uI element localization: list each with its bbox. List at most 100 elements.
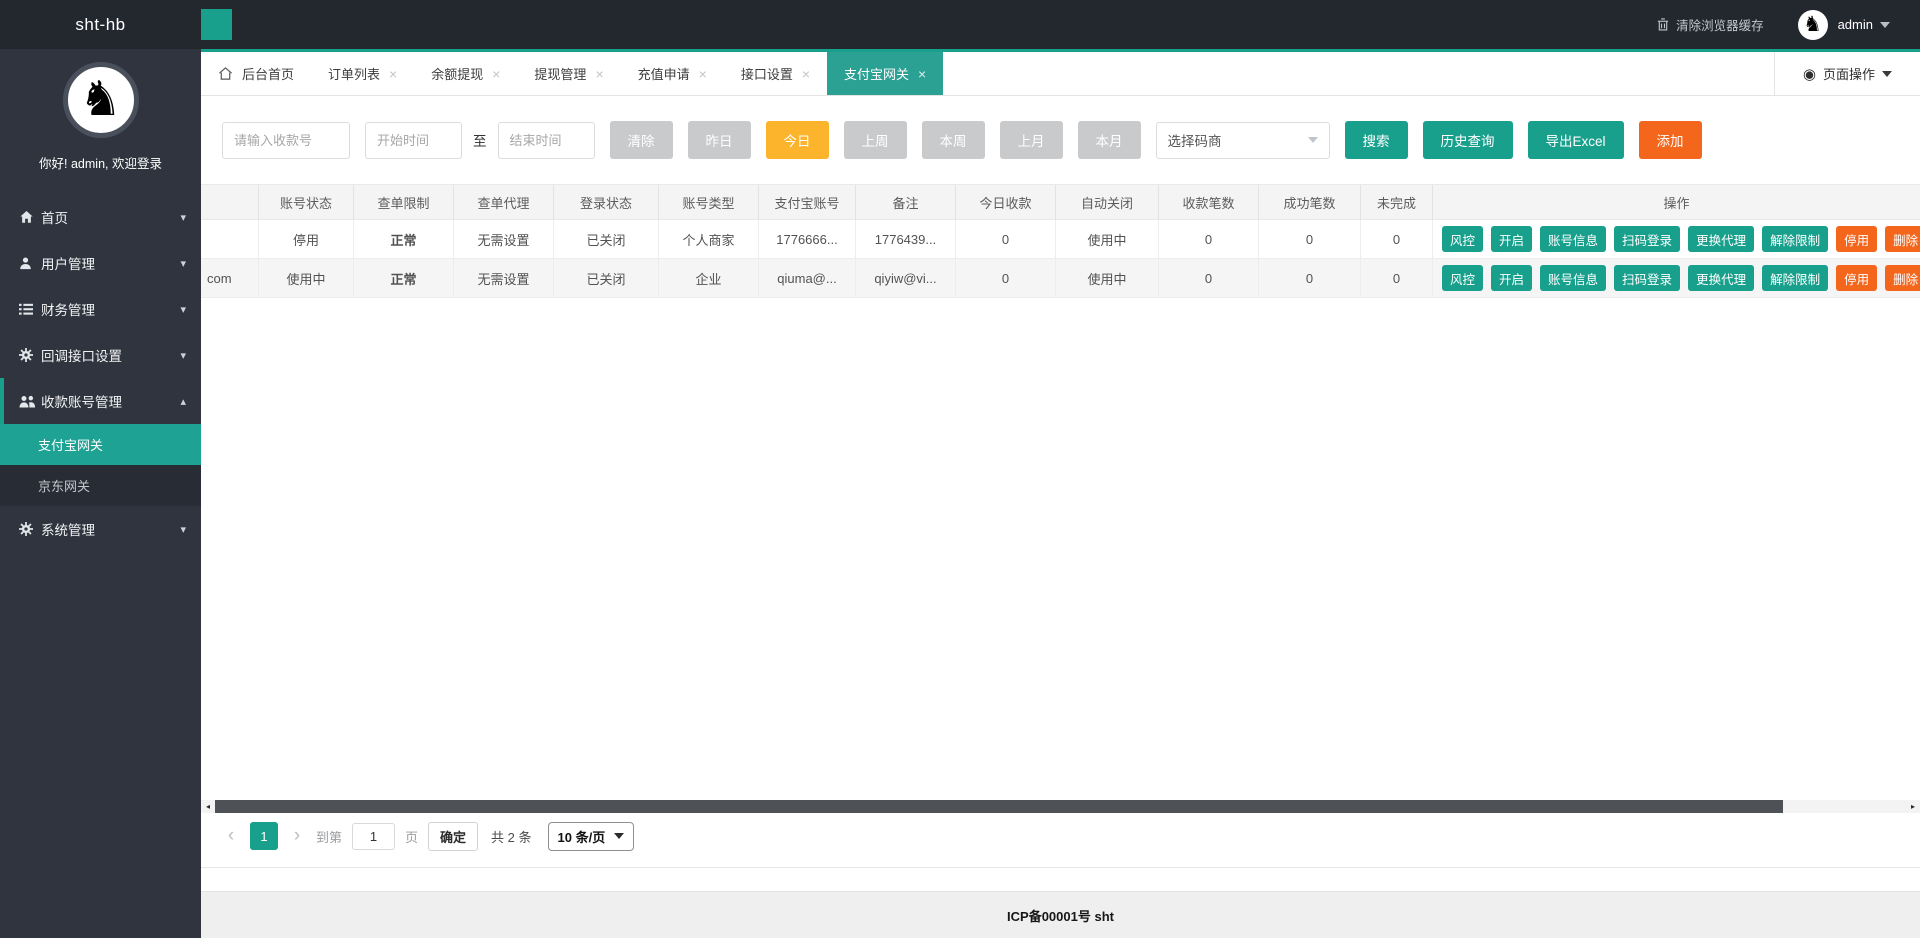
trash-icon [1657, 18, 1669, 31]
footer: ICP备00001号 sht [201, 891, 1920, 938]
chevron-down-icon [614, 833, 624, 839]
page-size-select[interactable]: 10 条/页 [548, 822, 635, 851]
confirm-button[interactable]: 确定 [428, 822, 478, 851]
chevron-down-icon[interactable] [1880, 22, 1890, 28]
prev-page-icon[interactable]: ‹ [222, 825, 240, 847]
scan-login-button[interactable]: 扫码登录 [1614, 226, 1680, 252]
add-button[interactable]: 添加 [1639, 121, 1702, 159]
remove-limit-button[interactable]: 解除限制 [1762, 265, 1828, 291]
welcome-text: 你好! admin, 欢迎登录 [0, 153, 201, 172]
header-login-status: 登录状态 [554, 185, 659, 220]
header-actions: 操作 [1433, 185, 1920, 220]
home-icon [19, 210, 41, 224]
header-auto-close: 自动关闭 [1056, 185, 1159, 220]
tab-withdraw-management[interactable]: 提现管理 × [517, 52, 620, 95]
scroll-left-icon[interactable]: ◂ [201, 800, 215, 813]
account-search-input[interactable] [222, 122, 350, 159]
disable-button[interactable]: 停用 [1836, 226, 1877, 252]
tab-recharge-apply[interactable]: 充值申请 × [621, 52, 724, 95]
username-label[interactable]: admin [1838, 17, 1873, 32]
header-today-income: 今日收款 [956, 185, 1056, 220]
sidebar-toggle-button[interactable] [201, 9, 232, 40]
today-button[interactable]: 今日 [766, 121, 829, 159]
tab-bar: 后台首页 订单列表 × 余额提现 × 提现管理 × 充值申请 × 接口设置 × … [201, 49, 1920, 96]
sidebar-menu: 首页 ▾ 用户管理 ▾ 财务管理 ▾ 回调接口设置 ▾ [0, 194, 201, 552]
scroll-right-icon[interactable]: ▸ [1906, 800, 1920, 813]
risk-control-button[interactable]: 风控 [1442, 226, 1483, 252]
close-icon[interactable]: × [918, 66, 926, 82]
table-header-row: 账号状态 查单限制 查单代理 登录状态 账号类型 支付宝账号 备注 今日收款 自… [201, 184, 1920, 220]
topbar-right: 清除浏览器缓存 ♞ admin [1657, 10, 1920, 40]
row-actions: 风控 开启 账号信息 扫码登录 更换代理 解除限制 停用 删除 [1433, 259, 1920, 298]
sidebar-item-home[interactable]: 首页 ▾ [0, 194, 201, 240]
enable-button[interactable]: 开启 [1491, 265, 1532, 291]
sidebar-item-payment-accounts[interactable]: 收款账号管理 ▴ [0, 378, 201, 424]
close-icon[interactable]: × [699, 66, 707, 82]
page-actions-dropdown[interactable]: ◉ 页面操作 [1774, 52, 1920, 95]
change-proxy-button[interactable]: 更换代理 [1688, 226, 1754, 252]
tab-balance-withdraw[interactable]: 余额提现 × [414, 52, 517, 95]
gear-icon [19, 348, 41, 362]
tab-api-settings[interactable]: 接口设置 × [724, 52, 827, 95]
merchant-select[interactable]: 选择码商 [1156, 122, 1330, 159]
header-query-proxy: 查单代理 [454, 185, 554, 220]
disable-button[interactable]: 停用 [1836, 265, 1877, 291]
delete-button[interactable]: 删除 [1885, 265, 1920, 291]
this-week-button[interactable]: 本周 [922, 121, 985, 159]
export-excel-button[interactable]: 导出Excel [1528, 121, 1624, 159]
change-proxy-button[interactable]: 更换代理 [1688, 265, 1754, 291]
start-date-input[interactable] [365, 122, 462, 159]
avatar[interactable]: ♞ [1798, 10, 1828, 40]
search-button[interactable]: 搜索 [1345, 121, 1408, 159]
table-row: com 使用中 正常 无需设置 已关闭 企业 qiuma@... qiyiw@v… [201, 259, 1920, 298]
chevron-down-icon [1308, 137, 1318, 143]
user-icon [19, 256, 41, 270]
sidebar-subitem-jd-gateway[interactable]: 京东网关 [0, 465, 201, 506]
close-icon[interactable]: × [595, 66, 603, 82]
tab-order-list[interactable]: 订单列表 × [311, 52, 414, 95]
radio-icon: ◉ [1803, 65, 1816, 83]
sidebar-item-callback-settings[interactable]: 回调接口设置 ▾ [0, 332, 201, 378]
last-week-button[interactable]: 上周 [844, 121, 907, 159]
delete-button[interactable]: 删除 [1885, 226, 1920, 252]
goto-label: 到第 [316, 827, 342, 846]
tab-dashboard[interactable]: 后台首页 [201, 52, 311, 95]
close-icon[interactable]: × [389, 66, 397, 82]
risk-control-button[interactable]: 风控 [1442, 265, 1483, 291]
scan-login-button[interactable]: 扫码登录 [1614, 265, 1680, 291]
gear-icon [19, 522, 41, 536]
home-outline-icon [218, 66, 233, 81]
history-query-button[interactable]: 历史查询 [1423, 121, 1513, 159]
main-content: 后台首页 订单列表 × 余额提现 × 提现管理 × 充值申请 × 接口设置 × … [201, 49, 1920, 938]
to-label: 至 [473, 130, 487, 150]
goto-page-input[interactable] [352, 823, 395, 850]
header-payment-count: 收款笔数 [1159, 185, 1259, 220]
sidebar-item-system-management[interactable]: 系统管理 ▾ [0, 506, 201, 552]
chevron-down-icon: ▾ [180, 523, 186, 536]
close-icon[interactable]: × [802, 66, 810, 82]
topbar: sht-hb 清除浏览器缓存 ♞ admin [0, 0, 1920, 49]
clear-cache-button[interactable]: 清除浏览器缓存 [1657, 15, 1764, 34]
tab-alipay-gateway[interactable]: 支付宝网关 × [827, 52, 943, 95]
header-account-type: 账号类型 [659, 185, 759, 220]
enable-button[interactable]: 开启 [1491, 226, 1532, 252]
remove-limit-button[interactable]: 解除限制 [1762, 226, 1828, 252]
scrollbar-thumb[interactable] [215, 800, 1783, 813]
next-page-icon[interactable]: › [288, 825, 306, 847]
this-month-button[interactable]: 本月 [1078, 121, 1141, 159]
sidebar-subitem-alipay-gateway[interactable]: 支付宝网关 [0, 424, 201, 465]
sidebar-item-finance-management[interactable]: 财务管理 ▾ [0, 286, 201, 332]
sidebar-item-user-management[interactable]: 用户管理 ▾ [0, 240, 201, 286]
last-month-button[interactable]: 上月 [1000, 121, 1063, 159]
close-icon[interactable]: × [492, 66, 500, 82]
yesterday-button[interactable]: 昨日 [688, 121, 751, 159]
clear-button[interactable]: 清除 [610, 121, 673, 159]
page-number-button[interactable]: 1 [250, 822, 278, 850]
account-info-button[interactable]: 账号信息 [1540, 265, 1606, 291]
account-info-button[interactable]: 账号信息 [1540, 226, 1606, 252]
chevron-down-icon: ▾ [180, 349, 186, 362]
header-account-status: 账号状态 [259, 185, 354, 220]
end-date-input[interactable] [498, 122, 595, 159]
chevron-down-icon [1882, 71, 1892, 77]
horizontal-scrollbar[interactable]: ◂ ▸ [201, 800, 1920, 813]
